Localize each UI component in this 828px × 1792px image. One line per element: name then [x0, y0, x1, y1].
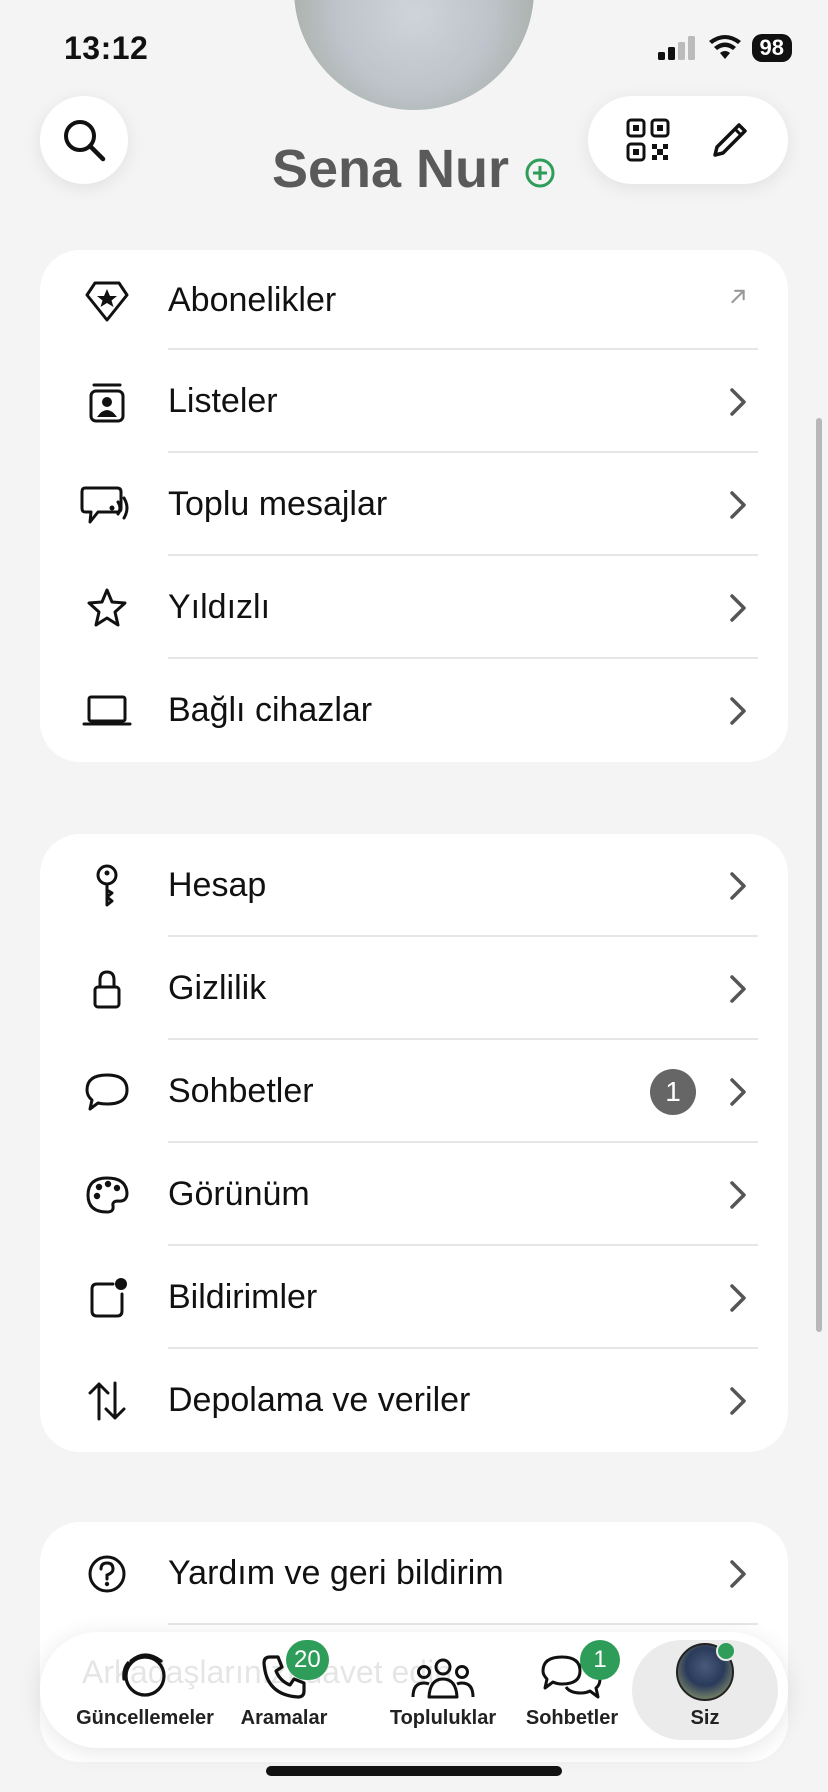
chevron-right-icon: [730, 387, 746, 416]
add-status-icon[interactable]: [524, 157, 556, 189]
settings-row-depolama[interactable]: Depolama ve veriler: [40, 1349, 788, 1452]
status-time: 13:12: [64, 30, 149, 66]
settings-row-bildirimler[interactable]: Bildirimler: [40, 1246, 788, 1349]
chevron-right-icon: [730, 1386, 746, 1415]
chevron-right-icon: [730, 1283, 746, 1312]
key-icon: [78, 857, 136, 915]
laptop-icon: [78, 682, 136, 740]
help-icon: [78, 1545, 136, 1603]
settings-row-abonelikler[interactable]: Abonelikler: [40, 250, 788, 350]
tab-label: Aramalar: [240, 1707, 328, 1729]
tab-guncellemeler[interactable]: Güncellemeler: [70, 1632, 220, 1748]
wifi-icon: [708, 35, 741, 59]
status-bar: 13:12 98: [0, 0, 828, 110]
chats-count-badge: 1: [580, 1640, 620, 1680]
settings-row-listeler[interactable]: Listeler: [40, 350, 788, 453]
profile-photo[interactable]: [294, 0, 534, 110]
chevron-right-icon: [730, 696, 746, 725]
tab-sohbetler[interactable]: Sohbetler 1: [516, 1632, 628, 1748]
settings-row-label: Yardım ve geri bildirim: [168, 1554, 504, 1592]
data-transfer-icon: [78, 1372, 136, 1430]
profile-avatar-icon: [676, 1641, 736, 1701]
settings-row-label: Gizlilik: [168, 969, 267, 1007]
chevron-right-icon: [730, 1559, 746, 1588]
profile-name-text: Sena Nur: [271, 139, 510, 199]
signal-icon: [657, 36, 695, 60]
settings-row-label: Görünüm: [168, 1175, 310, 1213]
chevron-right-icon: [730, 1077, 746, 1106]
settings-row-sohbetler[interactable]: Sohbetler 1: [40, 1040, 788, 1143]
settings-row-bagli-cihazlar[interactable]: Bağlı cihazlar: [40, 659, 788, 762]
chat-bubble-icon: [78, 1063, 136, 1121]
battery-level: 98: [751, 34, 792, 62]
notification-icon: [78, 1269, 136, 1327]
broadcast-icon: [78, 476, 136, 534]
chevron-right-icon: [730, 974, 746, 1003]
palette-icon: [78, 1166, 136, 1224]
tab-label: Siz: [690, 1707, 720, 1729]
settings-row-label: Toplu mesajlar: [168, 485, 388, 523]
premium-badge-icon: [78, 271, 136, 329]
settings-row-yildizli[interactable]: Yıldızlı: [40, 556, 788, 659]
row-divider: [168, 1623, 758, 1625]
settings-group-2: Hesap Gizlilik Sohbetler 1 Görünüm Bildi…: [40, 834, 788, 1452]
star-icon: [78, 579, 136, 637]
unread-count-badge: 1: [650, 1068, 696, 1115]
chevron-right-icon: [730, 490, 746, 519]
settings-row-yardim[interactable]: Yardım ve geri bildirim: [40, 1522, 788, 1625]
settings-row-label: Yıldızlı: [168, 588, 271, 626]
communities-icon: [411, 1658, 475, 1699]
tab-label: Topluluklar: [389, 1707, 497, 1729]
calls-count-badge: 20: [286, 1640, 329, 1680]
settings-row-gorunum[interactable]: Görünüm: [40, 1143, 788, 1246]
settings-row-label: Sohbetler: [168, 1072, 314, 1110]
tab-label: Güncellemeler: [76, 1707, 214, 1729]
chevron-right-icon: [730, 593, 746, 622]
settings-row-label: Listeler: [168, 382, 278, 420]
chevron-right-icon: [730, 1180, 746, 1209]
settings-row-label: Abonelikler: [168, 280, 337, 319]
external-link-icon: [731, 289, 745, 304]
tab-topluluklar[interactable]: Topluluklar: [376, 1632, 510, 1748]
scrollbar[interactable]: [816, 418, 822, 1332]
settings-row-label: Depolama ve veriler: [168, 1381, 471, 1419]
tab-label: Sohbetler: [525, 1707, 619, 1729]
settings-row-label: Bildirimler: [168, 1278, 318, 1316]
settings-row-gizlilik[interactable]: Gizlilik: [40, 937, 788, 1040]
chevron-right-icon: [730, 871, 746, 900]
home-indicator: [266, 1766, 562, 1776]
status-indicators: 98: [657, 34, 792, 62]
settings-row-label: Hesap: [168, 866, 267, 904]
online-dot: [716, 1641, 736, 1661]
lock-icon: [78, 960, 136, 1018]
tab-siz[interactable]: Siz: [652, 1632, 758, 1748]
contact-list-icon: [78, 373, 136, 431]
settings-row-toplu-mesajlar[interactable]: Toplu mesajlar: [40, 453, 788, 556]
profile-name[interactable]: Sena Nur: [0, 138, 828, 200]
bottom-tab-bar: Arkadaşlarınızı davet edin Güncellemeler…: [40, 1632, 788, 1748]
settings-row-hesap[interactable]: Hesap: [40, 834, 788, 937]
settings-row-label: Bağlı cihazlar: [168, 691, 373, 729]
settings-group-1: Abonelikler Listeler Toplu mesajlar Yıld…: [40, 250, 788, 762]
updates-icon: [122, 1653, 166, 1697]
tab-aramalar[interactable]: Aramalar 20: [224, 1632, 344, 1748]
